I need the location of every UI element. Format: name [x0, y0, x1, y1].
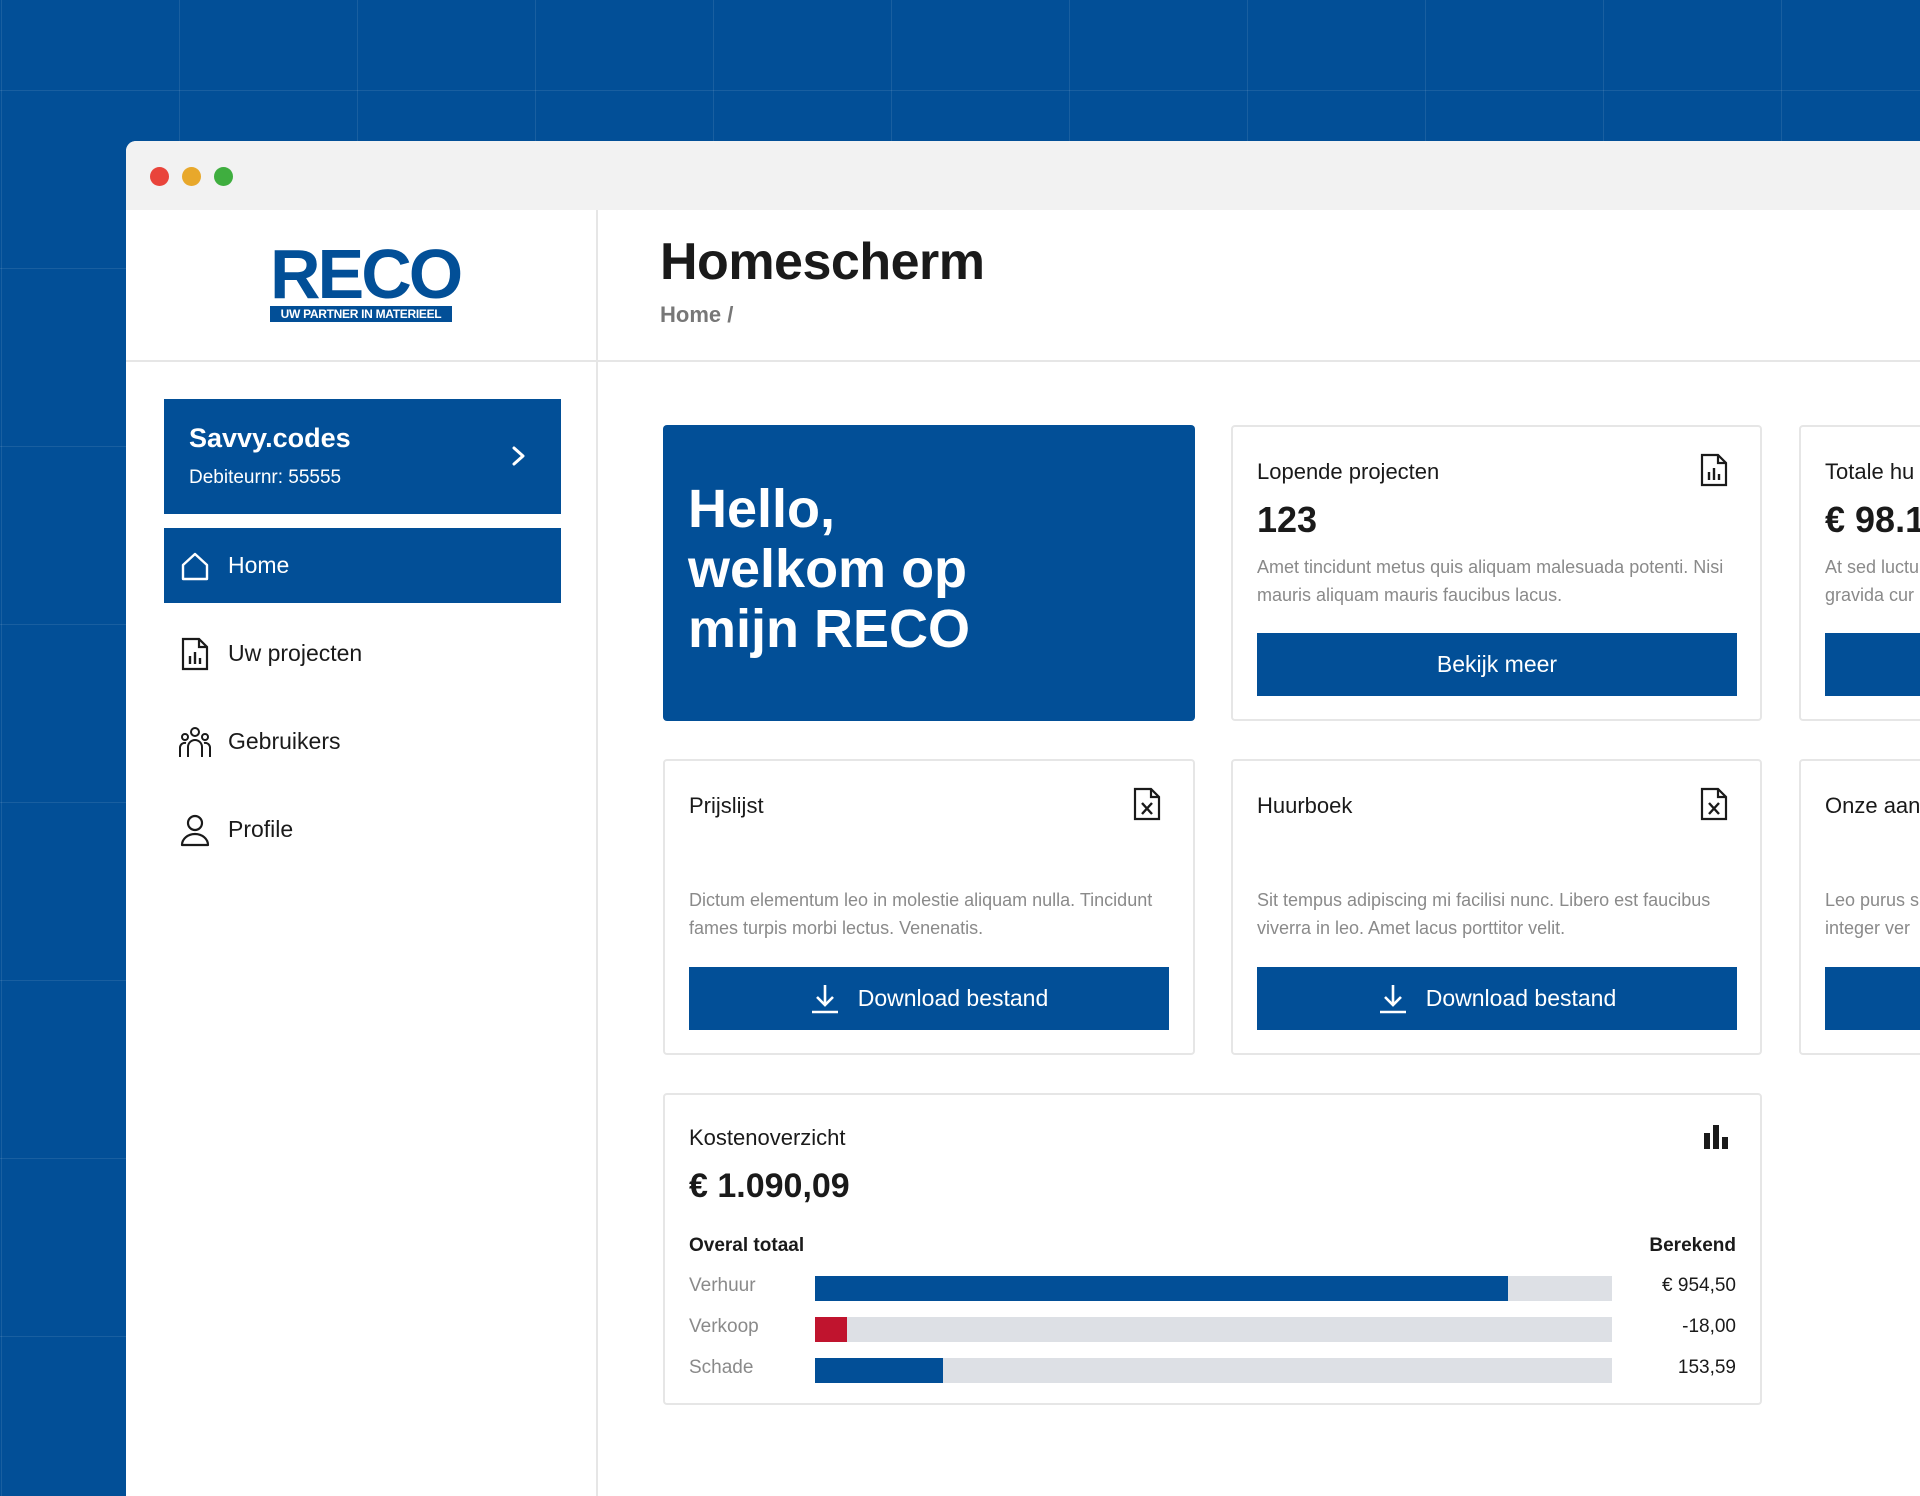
- card-description: Amet tincidunt metus quis aliquam malesu…: [1257, 557, 1724, 605]
- sidebar-item-label: Gebruikers: [228, 728, 341, 754]
- account-name: Savvy.codes: [189, 423, 351, 453]
- card-description: Leo purus s integer ver: [1825, 890, 1920, 938]
- cost-label: Verkoop: [689, 1316, 759, 1337]
- excel-file-icon: [1133, 787, 1161, 821]
- download-icon: [1379, 984, 1406, 1013]
- cost-value: 153,59: [1677, 1357, 1736, 1378]
- welcome-line-1: Hello,: [688, 479, 836, 539]
- cost-row: Verkoop -18,00: [689, 1316, 1736, 1342]
- report-icon: [1700, 453, 1728, 487]
- logo-tagline: UW PARTNER IN MATERIEEL: [270, 306, 452, 322]
- our-offer-button[interactable]: [1825, 967, 1920, 1030]
- download-price-list-button[interactable]: Download bestand: [689, 967, 1169, 1030]
- cost-bar-fill: [815, 1317, 847, 1342]
- reco-logo[interactable]: RECO UW PARTNER IN MATERIEEL: [270, 235, 463, 322]
- card-title: Totale hu: [1825, 459, 1915, 484]
- sidebar-item-home[interactable]: Home: [164, 528, 561, 603]
- total-rent-card: Totale hu € 98.1 At sed luctu gravida cu…: [1799, 425, 1920, 721]
- cost-overview-card: Kostenoverzicht € 1.090,09 Overal totaal…: [663, 1093, 1762, 1405]
- download-rental-book-button[interactable]: Download bestand: [1257, 967, 1737, 1030]
- welcome-text: Hello, welkom op mijn RECO: [688, 479, 1108, 659]
- welcome-line-2: welkom op: [688, 539, 968, 599]
- card-title: Lopende projecten: [1257, 459, 1440, 484]
- card-description: At sed luctu gravida cur: [1825, 557, 1920, 605]
- page-header: Homescherm Home /: [598, 210, 1920, 362]
- card-description: Sit tempus adipiscing mi facilisi nunc. …: [1257, 890, 1711, 938]
- cost-value: € 954,50: [1662, 1275, 1736, 1296]
- sidebar-item-label: Profile: [228, 816, 294, 842]
- button-label: Download bestand: [1425, 985, 1617, 1011]
- card-title: Prijslijst: [689, 793, 764, 818]
- close-window-button[interactable]: [150, 167, 169, 186]
- cost-bar-fill: [815, 1358, 943, 1383]
- cost-bar-track: [815, 1358, 1612, 1383]
- cost-bar-track: [815, 1276, 1612, 1301]
- total-card-button[interactable]: [1825, 633, 1920, 696]
- user-icon: [178, 813, 212, 847]
- account-switcher[interactable]: Savvy.codes Debiteurnr: 55555: [164, 399, 561, 514]
- welcome-banner: Hello, welkom op mijn RECO: [663, 425, 1195, 721]
- sidebar-item-users[interactable]: Gebruikers: [164, 704, 561, 779]
- our-offer-card: Onze aan Leo purus s integer ver: [1799, 759, 1920, 1055]
- welcome-line-3: mijn RECO: [688, 599, 971, 659]
- sidebar: RECO UW PARTNER IN MATERIEEL Savvy.codes…: [126, 210, 598, 1496]
- cost-total: € 1.090,09: [689, 1167, 850, 1205]
- price-list-card: Prijslijst Dictum elementum leo in moles…: [663, 759, 1195, 1055]
- window-titlebar: [126, 141, 1920, 210]
- logo-area: RECO UW PARTNER IN MATERIEEL: [126, 210, 596, 362]
- sidebar-item-projects[interactable]: Uw projecten: [164, 616, 561, 691]
- card-description: Dictum elementum leo in molestie aliquam…: [689, 890, 1153, 938]
- cost-row: Verhuur € 954,50: [689, 1275, 1736, 1301]
- button-label: Bekijk meer: [1436, 651, 1558, 677]
- card-value: € 98.1: [1825, 499, 1920, 540]
- card-value: 123: [1257, 499, 1318, 540]
- account-debtor-number: Debiteurnr: 55555: [189, 467, 342, 488]
- button-label: Download bestand: [857, 985, 1049, 1011]
- breadcrumb[interactable]: Home /: [660, 302, 733, 328]
- excel-file-icon: [1700, 787, 1728, 821]
- cost-value: -18,00: [1682, 1316, 1736, 1337]
- running-projects-card: Lopende projecten 123 Amet tincidunt met…: [1231, 425, 1762, 721]
- cost-bar-fill: [815, 1276, 1509, 1301]
- card-title: Kostenoverzicht: [689, 1125, 846, 1150]
- cost-bar-track: [815, 1317, 1612, 1342]
- card-title: Onze aan: [1825, 793, 1920, 818]
- cost-column-header-calculated: Berekend: [1649, 1235, 1736, 1256]
- view-more-button[interactable]: Bekijk meer: [1257, 633, 1737, 696]
- sidebar-item-label: Uw projecten: [228, 640, 363, 666]
- users-icon: [178, 725, 212, 759]
- minimize-window-button[interactable]: [182, 167, 201, 186]
- maximize-window-button[interactable]: [214, 167, 233, 186]
- cost-label: Verhuur: [689, 1275, 756, 1296]
- home-icon: [178, 549, 212, 583]
- rental-book-card: Huurboek Sit tempus adipiscing mi facili…: [1231, 759, 1762, 1055]
- page-title: Homescherm: [660, 233, 985, 291]
- card-title: Huurboek: [1257, 793, 1353, 818]
- cost-column-header: Overal totaal: [689, 1235, 805, 1256]
- chevron-right-icon: [512, 446, 525, 466]
- report-icon: [178, 637, 212, 671]
- browser-window: RECO UW PARTNER IN MATERIEEL Savvy.codes…: [126, 141, 1920, 1496]
- sidebar-item-profile[interactable]: Profile: [164, 792, 561, 867]
- bar-chart-icon: [1704, 1125, 1728, 1149]
- cost-row: Schade 153,59: [689, 1357, 1736, 1383]
- download-icon: [811, 984, 838, 1013]
- sidebar-item-label: Home: [228, 552, 290, 578]
- cost-label: Schade: [689, 1357, 754, 1378]
- logo-wordmark: RECO: [270, 235, 463, 313]
